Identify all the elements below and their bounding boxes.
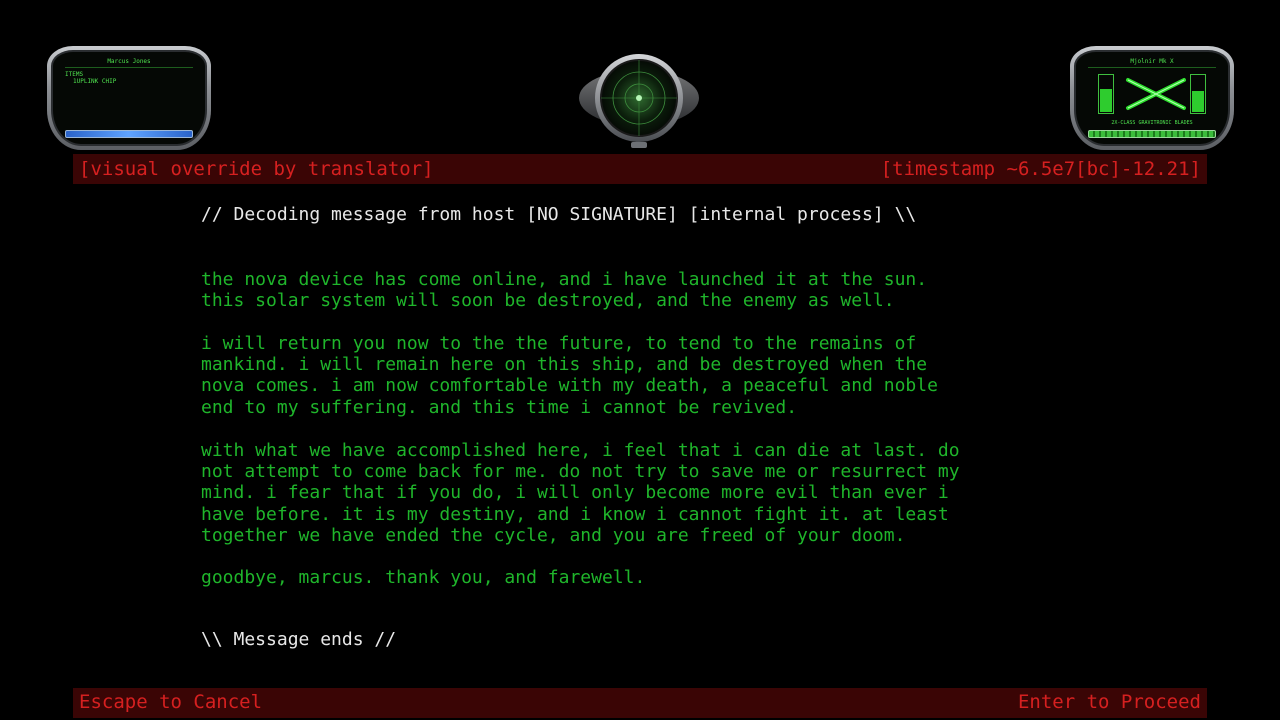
message-paragraph: goodbye, marcus. thank you, and farewell… bbox=[201, 567, 646, 588]
message-paragraph: i will return you now to the the future,… bbox=[201, 333, 938, 418]
timestamp-label: [timestamp ~6.5e7[bc]-12.21] bbox=[880, 158, 1201, 180]
player-status-screen: Marcus Jones ITEMS 1UPLINK CHIP bbox=[51, 50, 207, 146]
translator-override-label: [visual override by translator] bbox=[79, 158, 434, 180]
weapon-name: 2X-CLASS GRAVITRONIC BLADES bbox=[1111, 120, 1193, 126]
inventory-item: 1UPLINK CHIP bbox=[73, 78, 117, 85]
message-paragraph: with what we have accomplished here, i f… bbox=[201, 440, 960, 546]
player-energy-bar bbox=[65, 130, 193, 138]
weapon-charge-bar bbox=[1088, 130, 1216, 138]
right-ammo-meter-fill bbox=[1192, 91, 1204, 112]
left-ammo-meter bbox=[1098, 74, 1114, 114]
right-ammo-meter bbox=[1190, 74, 1206, 114]
left-ammo-meter-fill bbox=[1100, 89, 1112, 112]
weapon-status-screen: Mjolnir Mk X 2X-CLASS GRAVITRONIC BLADES bbox=[1074, 50, 1230, 146]
controls-footer-bar: Escape to Cancel Enter to Proceed bbox=[73, 688, 1207, 718]
enter-to-proceed-button[interactable]: Enter to Proceed bbox=[1018, 690, 1201, 714]
message-paragraph: the nova device has come online, and i h… bbox=[201, 269, 928, 312]
player-name: Marcus Jones bbox=[65, 58, 193, 68]
items-label: ITEMS bbox=[65, 71, 84, 78]
radar-icon bbox=[579, 50, 699, 150]
weapon-status-panel: Mjolnir Mk X 2X-CLASS GRAVITRONIC BLADES bbox=[1070, 46, 1234, 150]
message-footer: \\ Message ends // bbox=[201, 629, 397, 650]
message-header: // Decoding message from host [NO SIGNAT… bbox=[201, 204, 917, 225]
player-status-panel: Marcus Jones ITEMS 1UPLINK CHIP bbox=[47, 46, 211, 150]
weapon-title: Mjolnir Mk X bbox=[1088, 58, 1216, 68]
escape-to-cancel-button[interactable]: Escape to Cancel bbox=[79, 690, 262, 714]
translator-header-bar: [visual override by translator] [timesta… bbox=[73, 154, 1207, 184]
crossed-blades-icon bbox=[1126, 78, 1186, 110]
